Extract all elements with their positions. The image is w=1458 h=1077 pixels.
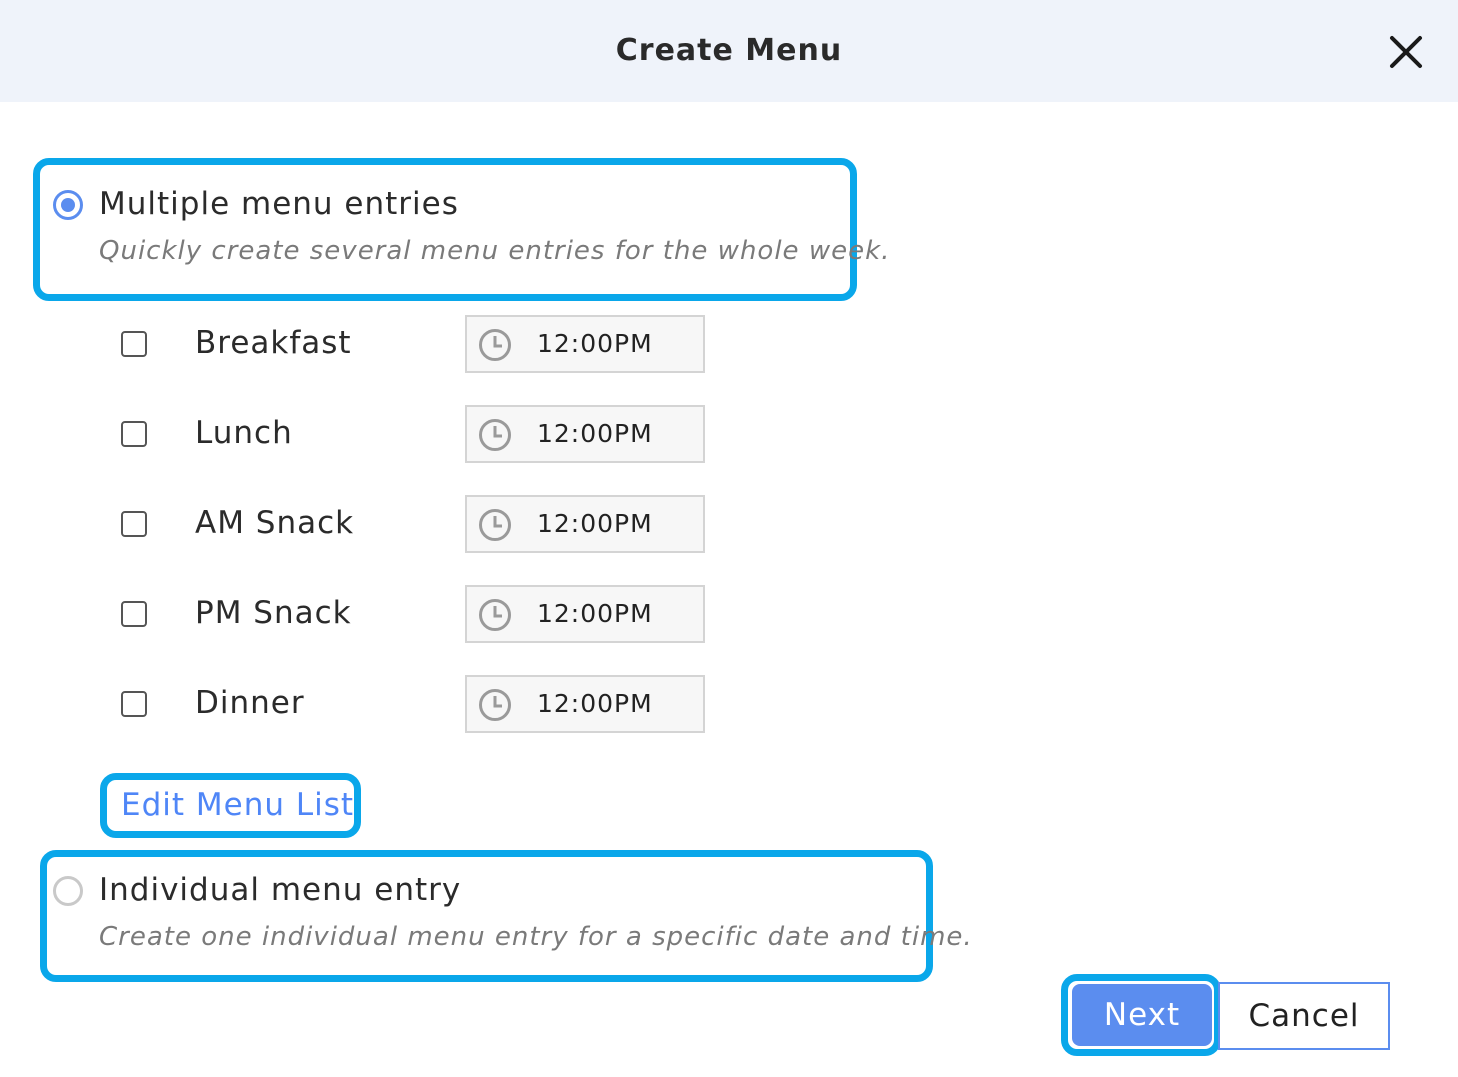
multiple-entries-label[interactable]: Multiple menu entries [99,186,459,222]
individual-entry-label[interactable]: Individual menu entry [99,872,461,908]
time-value-breakfast: 12:00PM [537,329,653,358]
time-field-lunch[interactable]: 12:00PM [465,405,705,463]
checkbox-pm-snack[interactable] [121,601,147,627]
time-value-am-snack: 12:00PM [537,509,653,538]
time-value-lunch: 12:00PM [537,419,653,448]
checkbox-am-snack[interactable] [121,511,147,537]
multiple-entries-description: Quickly create several menu entries for … [99,236,891,266]
clock-icon [479,419,511,451]
edit-menu-list-link[interactable]: Edit Menu List [121,787,354,823]
clock-icon [479,329,511,361]
checkbox-lunch[interactable] [121,421,147,447]
clock-icon [479,509,511,541]
meal-label-am-snack: AM Snack [195,505,355,541]
cancel-button[interactable]: Cancel [1218,982,1390,1050]
individual-entry-highlight [40,850,933,982]
time-value-pm-snack: 12:00PM [537,599,653,628]
meal-label-lunch: Lunch [195,415,293,451]
meal-label-pm-snack: PM Snack [195,595,352,631]
time-value-dinner: 12:00PM [537,689,653,718]
individual-entry-description: Create one individual menu entry for a s… [99,922,973,952]
close-button[interactable] [1380,26,1432,78]
multiple-entries-radio[interactable] [53,190,83,220]
time-field-breakfast[interactable]: 12:00PM [465,315,705,373]
clock-icon [479,689,511,721]
multiple-entries-highlight [33,158,857,301]
next-button[interactable]: Next [1072,984,1212,1046]
individual-entry-radio[interactable] [53,876,83,906]
meal-label-dinner: Dinner [195,685,305,721]
time-field-am-snack[interactable]: 12:00PM [465,495,705,553]
checkbox-dinner[interactable] [121,691,147,717]
dialog-title: Create Menu [615,33,843,68]
clock-icon [479,599,511,631]
time-field-pm-snack[interactable]: 12:00PM [465,585,705,643]
time-field-dinner[interactable]: 12:00PM [465,675,705,733]
checkbox-breakfast[interactable] [121,331,147,357]
close-icon [1390,36,1422,68]
meal-label-breakfast: Breakfast [195,325,352,361]
